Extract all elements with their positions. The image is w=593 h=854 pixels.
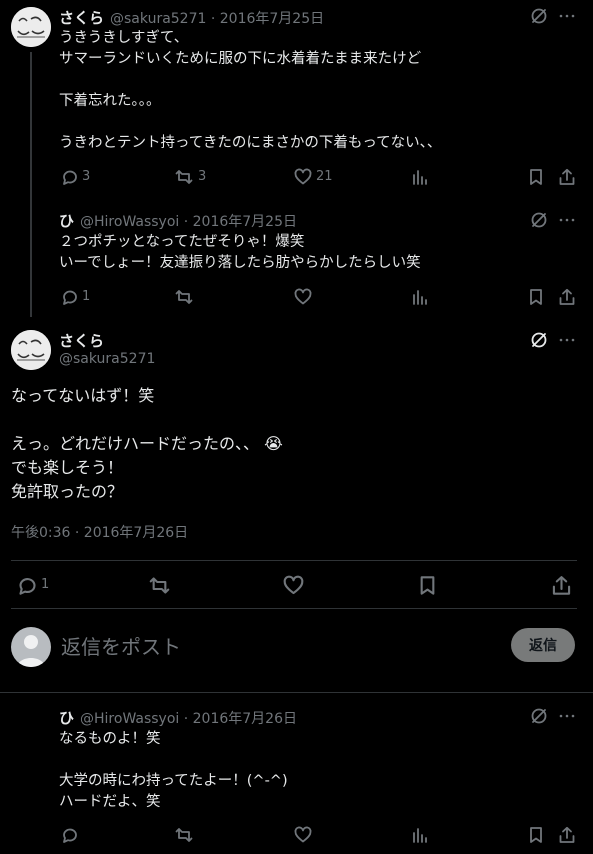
action-bar: 1 [11, 572, 577, 598]
reply-icon[interactable] [59, 824, 81, 846]
avatar[interactable] [11, 7, 51, 47]
like-count: 21 [316, 169, 333, 184]
author-name[interactable]: ひ [59, 707, 74, 728]
more-icon[interactable] [557, 330, 577, 350]
author-meta[interactable]: @HiroWassyoi · 2016年7月26日 [80, 708, 297, 728]
grok-icon[interactable] [529, 210, 549, 230]
author-meta[interactable]: @HiroWassyoi · 2016年7月25日 [80, 211, 297, 231]
author-handle[interactable]: @sakura5271 [59, 351, 155, 367]
tweet-text: うきうきしすぎて、 サマーランドいくために服の下に水着着たまま来たけど 下着忘れ… [59, 30, 442, 151]
like-icon[interactable] [292, 824, 314, 846]
avatar[interactable] [11, 330, 51, 370]
reply-icon[interactable] [15, 573, 39, 597]
like-icon[interactable] [292, 166, 314, 188]
divider [11, 608, 577, 609]
bookmark-icon[interactable] [525, 824, 547, 846]
bookmark-icon[interactable] [415, 573, 439, 597]
action-bar: 1 [59, 286, 579, 308]
reply-input[interactable]: 返信をポスト [61, 631, 181, 660]
author-name[interactable]: ひ [59, 210, 74, 231]
grok-icon[interactable] [529, 6, 549, 26]
share-icon[interactable] [556, 166, 578, 188]
divider [0, 692, 593, 693]
share-icon[interactable] [549, 573, 573, 597]
tweet-text: ２つポチッとなってたぜそりゃ！爆笑 いーでしょー！友達振り落したら肪やらかしたら… [59, 234, 421, 271]
reply-count: 3 [82, 169, 91, 184]
more-icon[interactable] [557, 6, 577, 26]
retweet-count: 3 [198, 169, 207, 184]
views-icon[interactable] [409, 166, 431, 188]
divider [11, 560, 577, 561]
views-icon[interactable] [409, 286, 431, 308]
action-bar [59, 824, 579, 846]
grok-icon[interactable] [529, 706, 549, 726]
tweet-text: なってないはず！笑 えっ。どれだけハードだったの、、 😭 でも楽しそう！ 免許取… [11, 386, 283, 501]
reply-count: 1 [82, 289, 91, 304]
action-bar: 3 3 21 [59, 166, 579, 188]
grok-icon[interactable] [529, 330, 549, 350]
bookmark-icon[interactable] [525, 166, 547, 188]
timestamp[interactable]: 午後0:36 · 2016年7月26日 [11, 522, 188, 542]
more-icon[interactable] [557, 706, 577, 726]
retweet-icon[interactable] [173, 166, 195, 188]
user-avatar[interactable] [11, 627, 51, 667]
reply-count: 1 [41, 577, 50, 592]
bookmark-icon[interactable] [525, 286, 547, 308]
share-icon[interactable] [556, 824, 578, 846]
reply-icon[interactable] [59, 286, 81, 308]
author-name[interactable]: さくら [59, 7, 104, 28]
views-icon[interactable] [409, 824, 431, 846]
share-icon[interactable] [556, 286, 578, 308]
like-icon[interactable] [292, 286, 314, 308]
more-icon[interactable] [557, 210, 577, 230]
author-name[interactable]: さくら [59, 330, 104, 351]
retweet-icon[interactable] [173, 286, 195, 308]
retweet-icon[interactable] [173, 824, 195, 846]
author-meta[interactable]: @sakura5271 · 2016年7月25日 [110, 8, 324, 28]
thread-line [30, 52, 32, 317]
reply-button[interactable]: 返信 [511, 628, 575, 662]
tweet-text: なるものよ！笑 大学の時にわ持ってたよー！(^-^) ハードだよ、笑 [59, 731, 288, 810]
retweet-icon[interactable] [147, 573, 171, 597]
reply-icon[interactable] [59, 166, 81, 188]
like-icon[interactable] [281, 573, 305, 597]
